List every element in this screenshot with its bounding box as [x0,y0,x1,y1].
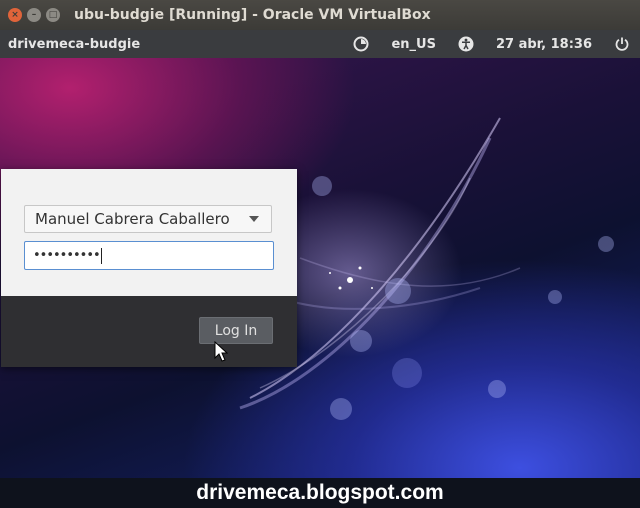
text-cursor [100,247,102,264]
hostname-label: drivemeca-budgie [8,36,141,52]
password-mask: •••••••••• [33,248,101,263]
login-button[interactable]: Log In [199,317,273,344]
bokeh-light [312,176,332,196]
window-title: ubu-budgie [Running] - Oracle VM Virtual… [74,7,431,23]
login-dialog: Manuel Cabrera Caballero •••••••••• Log … [1,169,297,367]
network-icon[interactable] [353,36,369,52]
user-selector[interactable]: Manuel Cabrera Caballero [24,205,272,233]
bokeh-light [488,380,506,398]
bokeh-light [385,278,411,304]
login-actions: Log In [1,296,297,367]
maximize-icon[interactable]: □ [46,8,60,22]
bokeh-light [392,358,422,388]
password-field[interactable]: •••••••••• [24,241,274,270]
minimize-icon[interactable]: – [27,8,41,22]
clock-label[interactable]: 27 abr, 18:36 [496,37,592,52]
top-panel: drivemeca-budgie en_US 27 abr, 18:36 [0,30,640,58]
keyboard-layout-indicator[interactable]: en_US [391,37,436,52]
close-icon[interactable]: × [8,8,22,22]
chevron-down-icon [249,216,259,222]
accessibility-icon[interactable] [458,36,474,52]
power-icon[interactable] [614,36,630,52]
bokeh-light [548,290,562,304]
selected-username: Manuel Cabrera Caballero [35,210,230,228]
watermark-text: drivemeca.blogspot.com [0,478,640,508]
login-form: Manuel Cabrera Caballero •••••••••• [1,169,297,296]
panel-indicators: en_US 27 abr, 18:36 [353,36,630,52]
bokeh-light [598,236,614,252]
window-titlebar: × – □ ubu-budgie [Running] - Oracle VM V… [0,0,640,31]
bokeh-light [350,330,372,352]
bokeh-light [330,398,352,420]
mouse-pointer-icon [214,341,228,362]
window-controls: × – □ [8,8,60,22]
